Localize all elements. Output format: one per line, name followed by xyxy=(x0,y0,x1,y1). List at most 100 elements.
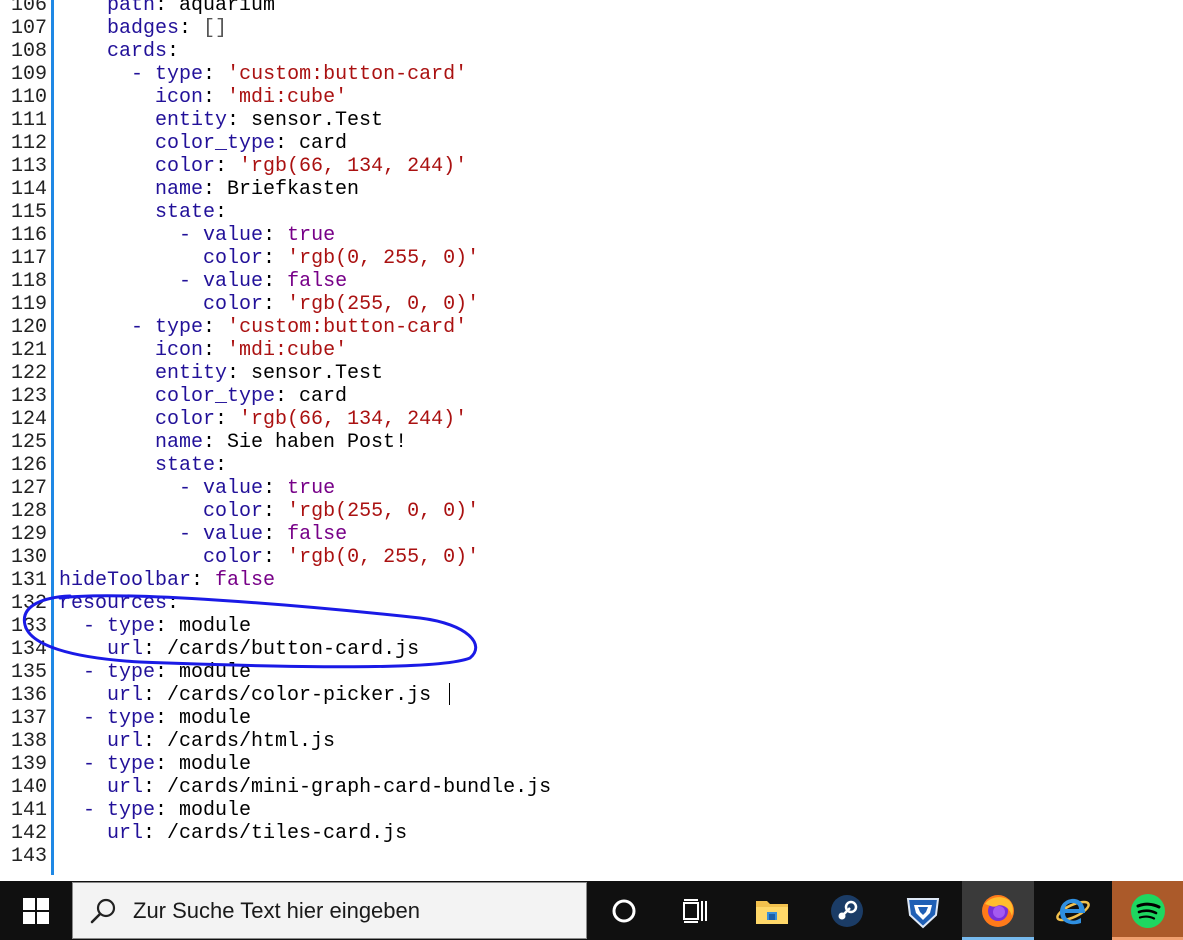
code-line[interactable]: 127 - value: true xyxy=(0,477,335,500)
steam-button[interactable] xyxy=(810,881,884,940)
code-token: : /cards/button-card.js xyxy=(143,638,420,661)
code-line[interactable]: 113 color: 'rgb(66, 134, 244)' xyxy=(0,155,467,178)
code-line[interactable]: 139 - type: module xyxy=(0,753,251,776)
code-token: hideToolbar xyxy=(59,569,192,592)
code-line[interactable]: 129 - value: false xyxy=(0,523,347,546)
code-line[interactable]: 112 color_type: card xyxy=(0,132,347,155)
code-token: : xyxy=(263,523,288,546)
code-token: 'rgb(255, 0, 0)' xyxy=(287,293,480,316)
code-line[interactable]: 120 - type: 'custom:button-card' xyxy=(0,316,467,339)
yaml-code-editor[interactable]: 106 path: aquarium 107 badges: [] 108 card… xyxy=(0,0,1183,881)
code-line[interactable]: 137 - type: module xyxy=(0,707,251,730)
code-line[interactable]: 140 url: /cards/mini-graph-card-bundle.j… xyxy=(0,776,551,799)
code-line[interactable]: 109 - type: 'custom:button-card' xyxy=(0,63,467,86)
code-token: entity xyxy=(155,109,228,132)
code-line[interactable]: 133 - type: module xyxy=(0,615,251,638)
line-number: 130 xyxy=(10,546,47,569)
code-line[interactable]: 141 - type: module xyxy=(0,799,251,822)
code-token: false xyxy=(287,523,348,546)
code-line[interactable]: 123 color_type: card xyxy=(0,385,347,408)
code-line[interactable]: 134 url: /cards/button-card.js xyxy=(0,638,419,661)
rocket-league-button[interactable] xyxy=(886,881,960,940)
code-token: : xyxy=(263,500,288,523)
code-line[interactable]: 117 color: 'rgb(0, 255, 0)' xyxy=(0,247,479,270)
code-line[interactable]: 128 color: 'rgb(255, 0, 0)' xyxy=(0,500,479,523)
code-token: : xyxy=(203,63,228,86)
code-token: : /cards/color-picker.js xyxy=(143,684,432,707)
code-token: url xyxy=(107,776,144,799)
code-line[interactable]: 124 color: 'rgb(66, 134, 244)' xyxy=(0,408,467,431)
code-token: color xyxy=(155,408,216,431)
line-number: 129 xyxy=(10,523,47,546)
code-token: : xyxy=(203,86,228,109)
code-line[interactable]: 126 state: xyxy=(0,454,227,477)
code-line[interactable]: 135 - type: module xyxy=(0,661,251,684)
line-number: 116 xyxy=(10,224,47,247)
firefox-button[interactable] xyxy=(962,881,1034,940)
task-view-button[interactable] xyxy=(660,881,732,940)
code-line[interactable]: 142 url: /cards/tiles-card.js xyxy=(0,822,407,845)
code-token: - xyxy=(83,753,108,776)
code-token: state xyxy=(155,201,216,224)
code-line[interactable]: 131 hideToolbar: false xyxy=(0,569,275,592)
code-line[interactable]: 143 xyxy=(0,845,59,868)
code-token: value xyxy=(203,523,264,546)
code-token: : xyxy=(263,270,288,293)
rocket-league-icon xyxy=(906,897,940,928)
cortana-button[interactable] xyxy=(588,881,660,940)
code-line[interactable]: 121 icon: 'mdi:cube' xyxy=(0,339,347,362)
code-token: : /cards/html.js xyxy=(143,730,336,753)
code-line[interactable]: 138 url: /cards/html.js xyxy=(0,730,335,753)
code-line[interactable]: 116 - value: true xyxy=(0,224,335,247)
code-token: : xyxy=(263,247,288,270)
code-line[interactable]: 110 icon: 'mdi:cube' xyxy=(0,86,347,109)
code-line[interactable]: 132 resources: xyxy=(0,592,179,615)
code-token: color_type xyxy=(155,385,276,408)
code-line[interactable]: 114 name: Briefkasten xyxy=(0,178,359,201)
line-number: 138 xyxy=(10,730,47,753)
line-number: 118 xyxy=(10,270,47,293)
code-line[interactable]: 125 name: Sie haben Post! xyxy=(0,431,407,454)
code-token: - xyxy=(131,316,156,339)
code-token: : xyxy=(263,224,288,247)
code-line[interactable]: 122 entity: sensor.Test xyxy=(0,362,383,385)
code-token: true xyxy=(287,224,336,247)
code-line[interactable]: 118 - value: false xyxy=(0,270,347,293)
code-line[interactable]: 106 path: aquarium xyxy=(0,0,275,17)
code-token: true xyxy=(287,477,336,500)
code-line[interactable]: 119 color: 'rgb(255, 0, 0)' xyxy=(0,293,479,316)
code-token: type xyxy=(155,63,204,86)
code-token: url xyxy=(107,684,144,707)
code-token: badges xyxy=(107,17,180,40)
code-token: - xyxy=(83,615,108,638)
code-token: url xyxy=(107,822,144,845)
code-token: type xyxy=(107,707,156,730)
code-line[interactable]: 108 cards: xyxy=(0,40,179,63)
internet-explorer-button[interactable] xyxy=(1036,881,1110,940)
code-token: : card xyxy=(275,385,348,408)
start-button[interactable] xyxy=(0,881,72,940)
code-token: icon xyxy=(155,86,204,109)
code-line[interactable]: 107 badges: [] xyxy=(0,17,227,40)
spotify-icon xyxy=(1130,893,1165,928)
code-line[interactable]: 136 url: /cards/color-picker.js xyxy=(0,684,431,707)
spotify-button[interactable] xyxy=(1112,881,1183,940)
file-explorer-button[interactable] xyxy=(736,881,808,940)
code-line[interactable]: 130 color: 'rgb(0, 255, 0)' xyxy=(0,546,479,569)
code-line[interactable]: 111 entity: sensor.Test xyxy=(0,109,383,132)
code-token: color xyxy=(203,500,264,523)
code-token: 'mdi:cube' xyxy=(227,86,348,109)
taskbar-search-box[interactable]: Zur Suche Text hier eingeben xyxy=(72,882,587,939)
line-number: 127 xyxy=(10,477,47,500)
code-token: : aquarium xyxy=(155,0,276,17)
code-line[interactable]: 115 state: xyxy=(0,201,227,224)
